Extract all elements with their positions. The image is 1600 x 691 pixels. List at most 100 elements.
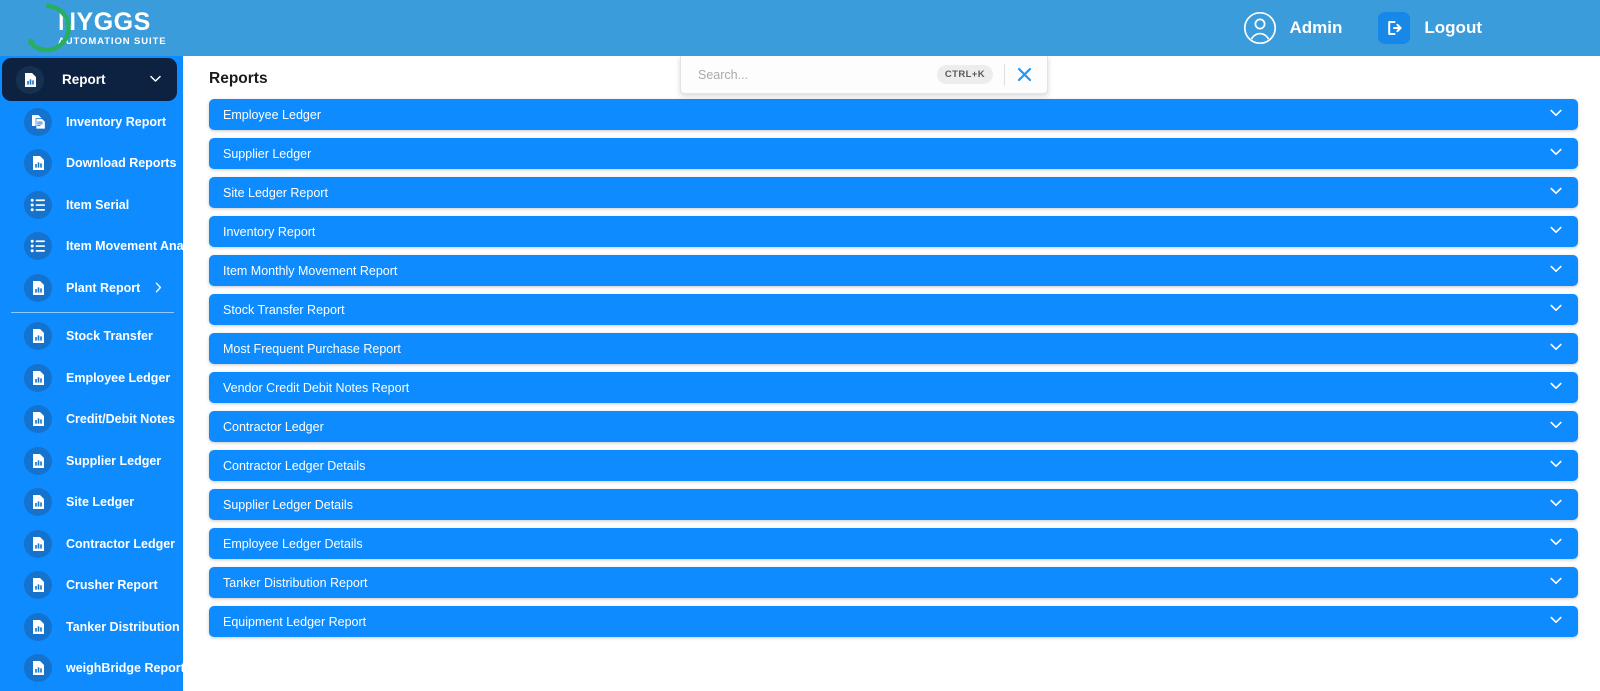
accordion-row-label: Inventory Report (223, 224, 316, 239)
accordion-row[interactable]: Equipment Ledger Report (209, 606, 1578, 637)
report-chart-doc-icon (24, 149, 52, 178)
chevron-down-icon[interactable] (1550, 187, 1562, 195)
accordion-row-label: Contractor Ledger Details (223, 458, 366, 473)
logo-arc-icon (27, 3, 71, 53)
report-chart-doc-icon (24, 571, 52, 600)
report-chart-doc-icon (16, 65, 44, 94)
sidebar-item-label: Site Ledger (66, 495, 135, 510)
list-lines-icon (24, 232, 52, 261)
chevron-down-icon[interactable] (150, 75, 161, 83)
sidebar-divider (11, 311, 174, 313)
sidebar-item-label: Stock Transfer (66, 329, 153, 344)
chevron-down-icon[interactable] (1550, 382, 1562, 390)
sidebar-item-supplier-ledger[interactable]: Supplier Ledger (0, 440, 183, 482)
chevron-down-icon[interactable] (1550, 148, 1562, 156)
chevron-down-icon[interactable] (1550, 265, 1562, 273)
sidebar-item-item-serial[interactable]: Item Serial (0, 184, 183, 226)
accordion-row[interactable]: Inventory Report (209, 216, 1578, 247)
sidebar-item-inventory-report[interactable]: Inventory Report (0, 101, 183, 143)
sidebar-item-item-movement-analy[interactable]: Item Movement Analy (0, 226, 183, 268)
chevron-down-icon[interactable] (1550, 460, 1562, 468)
chevron-right-icon[interactable] (155, 282, 162, 293)
sidebar-item-label: Credit/Debit Notes (66, 412, 176, 427)
accordion-row[interactable]: Site Ledger Report (209, 177, 1578, 208)
sidebar-item-label: Tanker Distribution (66, 619, 180, 634)
app-logo[interactable]: NYGGS AUTOMATION SUITE (22, 0, 167, 56)
close-icon[interactable] (1013, 64, 1035, 86)
sidebar-item-credit-debit-notes[interactable]: Credit/Debit Notes (0, 399, 183, 441)
sidebar-item-site-ledger[interactable]: Site Ledger (0, 482, 183, 524)
accordion-row[interactable]: Employee Ledger Details (209, 528, 1578, 559)
accordion-row-label: Equipment Ledger Report (223, 614, 367, 629)
accordion-row[interactable]: Item Monthly Movement Report (209, 255, 1578, 286)
sidebar-section-report-label: Report (62, 72, 106, 87)
accordion-row[interactable]: Supplier Ledger Details (209, 489, 1578, 520)
sidebar-item-crusher-report[interactable]: Crusher Report (0, 565, 183, 607)
sidebar-item-stock-transfer[interactable]: Stock Transfer (0, 316, 183, 358)
sidebar-item-list: Inventory Report Download Reports Item Ser… (0, 101, 183, 689)
accordion-row-label: Vendor Credit Debit Notes Report (223, 380, 410, 395)
report-chart-doc-icon (24, 322, 52, 351)
chevron-down-icon[interactable] (1550, 304, 1562, 312)
search-input[interactable] (698, 67, 937, 82)
chevron-down-icon[interactable] (1550, 538, 1562, 546)
sidebar-item-label: Item Serial (66, 197, 130, 212)
header-actions: Admin Logout (1243, 11, 1482, 45)
sidebar-item-label: Inventory Report (66, 114, 167, 129)
sidebar-item-label: Supplier Ledger (66, 453, 162, 468)
chevron-down-icon[interactable] (1550, 226, 1562, 234)
chevron-down-icon[interactable] (1550, 343, 1562, 351)
chevron-down-icon[interactable] (1550, 577, 1562, 585)
accordion-row-label: Employee Ledger Details (223, 536, 363, 551)
accordion-row[interactable]: Employee Ledger (209, 99, 1578, 130)
sidebar-item-label: Employee Ledger (66, 370, 171, 385)
list-lines-icon (24, 190, 52, 219)
top-header-bar: NYGGS AUTOMATION SUITE Admin Logout (0, 0, 1600, 56)
search-overlay: CTRL+K (680, 56, 1048, 94)
sidebar-item-label: Crusher Report (66, 578, 158, 593)
accordion-row[interactable]: Contractor Ledger Details (209, 450, 1578, 481)
accordion-row-label: Tanker Distribution Report (223, 575, 368, 590)
logout-label[interactable]: Logout (1424, 18, 1482, 38)
sidebar-item-employee-ledger[interactable]: Employee Ledger (0, 357, 183, 399)
accordion-row[interactable]: Stock Transfer Report (209, 294, 1578, 325)
report-chart-doc-icon (24, 446, 52, 475)
sidebar-item-weighbridge-report[interactable]: weighBridge Report (0, 648, 183, 690)
reports-accordion-list: Employee Ledger Supplier Ledger Site Ledge… (183, 99, 1600, 637)
report-chart-doc-icon (24, 612, 52, 641)
sidebar-nav: Report Inventory Report Download Reports I… (0, 56, 183, 691)
search-shortcut-badge: CTRL+K (936, 65, 993, 84)
chevron-down-icon[interactable] (1550, 616, 1562, 624)
chevron-down-icon[interactable] (1550, 421, 1562, 429)
accordion-row-label: Most Frequent Purchase Report (223, 341, 401, 356)
sidebar-item-label: Download Reports (66, 156, 177, 171)
sidebar-item-contractor-ledger[interactable]: Contractor Ledger (0, 523, 183, 565)
accordion-row[interactable]: Contractor Ledger (209, 411, 1578, 442)
accordion-row-label: Item Monthly Movement Report (223, 263, 398, 278)
sidebar-item-label: Item Movement Analy (66, 239, 183, 254)
accordion-row[interactable]: Supplier Ledger (209, 138, 1578, 169)
accordion-row-label: Employee Ledger (223, 107, 321, 122)
admin-username-label: Admin (1289, 18, 1343, 37)
report-chart-doc-icon (24, 529, 52, 558)
accordion-row-label: Site Ledger Report (223, 185, 328, 200)
sidebar-item-label: weighBridge Report (66, 661, 183, 676)
document-list-icon (24, 107, 52, 136)
user-account-icon[interactable] (1243, 11, 1277, 45)
search-divider (1004, 63, 1005, 86)
chevron-down-icon[interactable] (1550, 109, 1562, 117)
sidebar-item-download-reports[interactable]: Download Reports (0, 143, 183, 185)
sidebar-item-tanker-distribution[interactable]: Tanker Distribution (0, 606, 183, 648)
accordion-row-label: Supplier Ledger (223, 146, 312, 161)
main-content: Reports CTRL+K Employee LedgerSupplier L… (183, 56, 1600, 691)
chevron-down-icon[interactable] (1550, 499, 1562, 507)
accordion-row[interactable]: Tanker Distribution Report (209, 567, 1578, 598)
sidebar-item-label: Contractor Ledger (66, 536, 176, 551)
logout-icon[interactable] (1378, 12, 1411, 44)
sidebar-section-report[interactable]: Report (2, 58, 177, 101)
accordion-row[interactable]: Vendor Credit Debit Notes Report (209, 372, 1578, 403)
accordion-row-label: Supplier Ledger Details (223, 497, 353, 512)
report-chart-doc-icon (24, 405, 52, 434)
accordion-row[interactable]: Most Frequent Purchase Report (209, 333, 1578, 364)
sidebar-item-plant-report[interactable]: Plant Report (0, 267, 183, 309)
